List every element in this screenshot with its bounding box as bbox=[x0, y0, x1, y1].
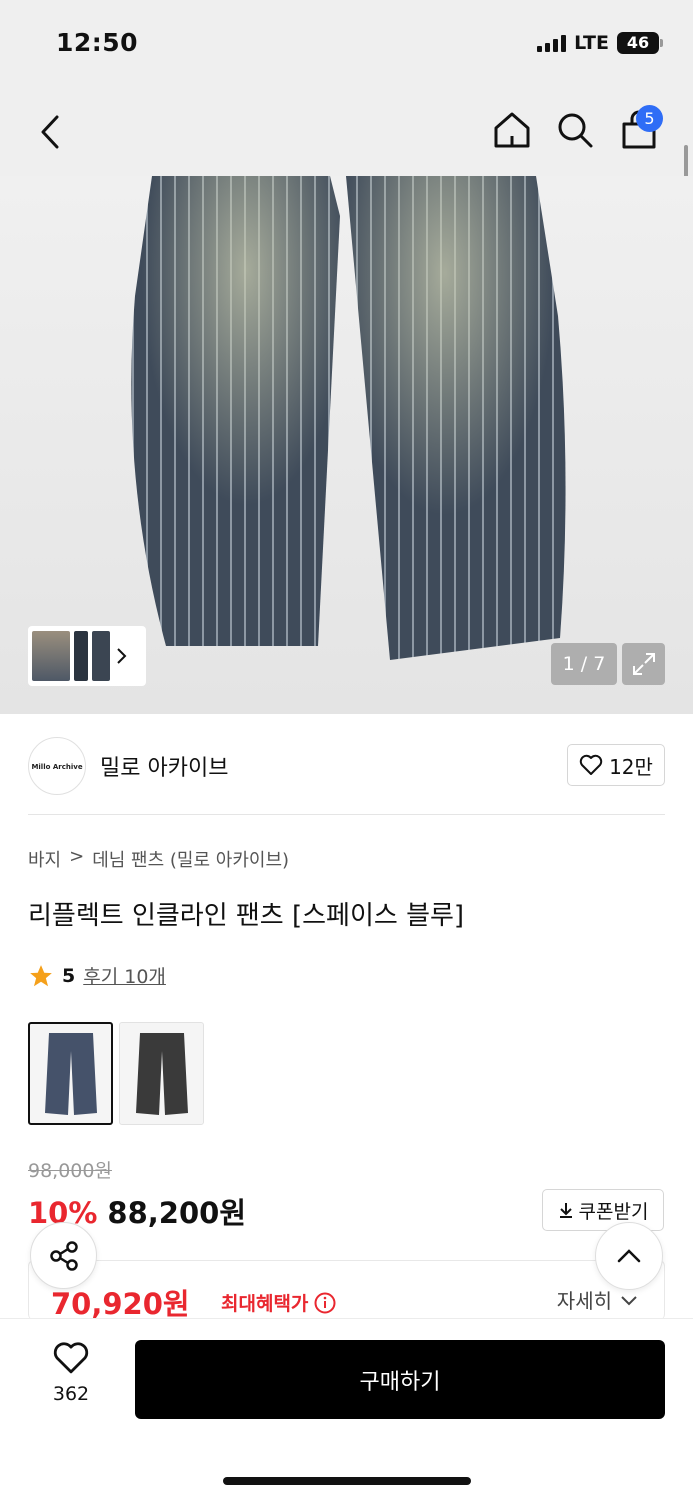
wishlist-count: 362 bbox=[52, 1383, 90, 1405]
brand-like-button[interactable]: 12만 bbox=[567, 744, 665, 786]
bottom-bar: 362 구매하기 bbox=[0, 1318, 693, 1500]
signal-icon bbox=[537, 34, 567, 52]
rating-row: 5 후기 10개 bbox=[28, 962, 166, 989]
status-indicators: LTE 46 bbox=[537, 32, 663, 54]
share-button[interactable] bbox=[30, 1222, 97, 1289]
status-bar: 12:50 LTE 46 bbox=[0, 0, 693, 90]
color-option-blue[interactable] bbox=[28, 1022, 113, 1125]
breadcrumb-item[interactable]: 데님 팬츠 (밀로 아카이브) bbox=[92, 846, 289, 872]
heart-icon bbox=[53, 1342, 89, 1374]
search-button[interactable] bbox=[553, 108, 597, 152]
product-title: 리플렉트 인클라인 팬츠 [스페이스 블루] bbox=[28, 901, 465, 931]
coupon-button[interactable]: 쿠폰받기 bbox=[542, 1189, 664, 1231]
search-icon bbox=[558, 113, 593, 148]
chevron-right-icon bbox=[117, 648, 127, 664]
breadcrumb-item[interactable]: 바지 bbox=[28, 846, 61, 872]
cart-count-badge: 5 bbox=[636, 105, 663, 132]
download-icon bbox=[559, 1203, 572, 1218]
jeans-thumbnail bbox=[135, 1032, 188, 1115]
image-thumbnails-button[interactable] bbox=[28, 626, 146, 686]
expand-icon bbox=[632, 653, 655, 675]
chevron-left-icon bbox=[41, 115, 59, 149]
scroll-top-button[interactable] bbox=[595, 1222, 663, 1290]
home-icon bbox=[494, 112, 530, 148]
jeans-thumbnail bbox=[44, 1032, 97, 1115]
home-indicator[interactable] bbox=[223, 1477, 471, 1485]
back-button[interactable] bbox=[30, 110, 70, 154]
brand-name[interactable]: 밀로 아카이브 bbox=[100, 750, 228, 782]
thumbnail-front bbox=[74, 631, 88, 681]
star-icon bbox=[30, 964, 52, 986]
max-benefit-text: 최대혜택가 bbox=[221, 1293, 309, 1315]
heart-icon bbox=[579, 754, 603, 775]
expand-button[interactable] bbox=[622, 643, 665, 685]
max-benefit-panel[interactable]: 70,920원 최대혜택가 자세히 bbox=[28, 1260, 665, 1320]
battery-icon: 46 bbox=[617, 32, 663, 54]
reviews-link[interactable]: 후기 10개 bbox=[83, 962, 166, 989]
top-navigation bbox=[0, 90, 693, 176]
color-option-black[interactable] bbox=[119, 1022, 204, 1125]
sale-price: 88,200원 bbox=[107, 1196, 247, 1230]
thumbnail-side bbox=[92, 631, 110, 681]
coupon-label: 쿠폰받기 bbox=[578, 1200, 649, 1223]
status-time: 12:50 bbox=[56, 28, 139, 57]
chevron-up-icon bbox=[617, 1249, 641, 1263]
max-benefit-label: 최대혜택가 bbox=[221, 1289, 336, 1316]
brand-like-count: 12만 bbox=[609, 754, 653, 779]
thumbnail-model bbox=[32, 631, 70, 681]
chevron-right-icon: > bbox=[69, 846, 85, 867]
detail-label: 자세히 bbox=[556, 1289, 612, 1313]
share-icon bbox=[49, 1240, 78, 1271]
info-icon[interactable] bbox=[314, 1292, 336, 1314]
home-button[interactable] bbox=[490, 108, 534, 152]
original-price: 98,000원 bbox=[28, 1160, 112, 1182]
image-counter: 1 / 7 bbox=[551, 643, 617, 685]
breadcrumb: 바지 > 데님 팬츠 (밀로 아카이브) bbox=[28, 846, 289, 872]
chevron-down-icon bbox=[621, 1295, 637, 1305]
brand-logo: Millo Archive bbox=[28, 737, 86, 795]
network-label: LTE bbox=[574, 32, 609, 54]
wishlist-button[interactable]: 362 bbox=[40, 1341, 102, 1405]
rating-score: 5 bbox=[62, 964, 76, 987]
color-options bbox=[28, 1022, 204, 1125]
buy-button[interactable]: 구매하기 bbox=[135, 1340, 665, 1419]
brand-row[interactable]: Millo Archive 밀로 아카이브 12만 bbox=[28, 737, 665, 795]
divider bbox=[28, 814, 665, 815]
